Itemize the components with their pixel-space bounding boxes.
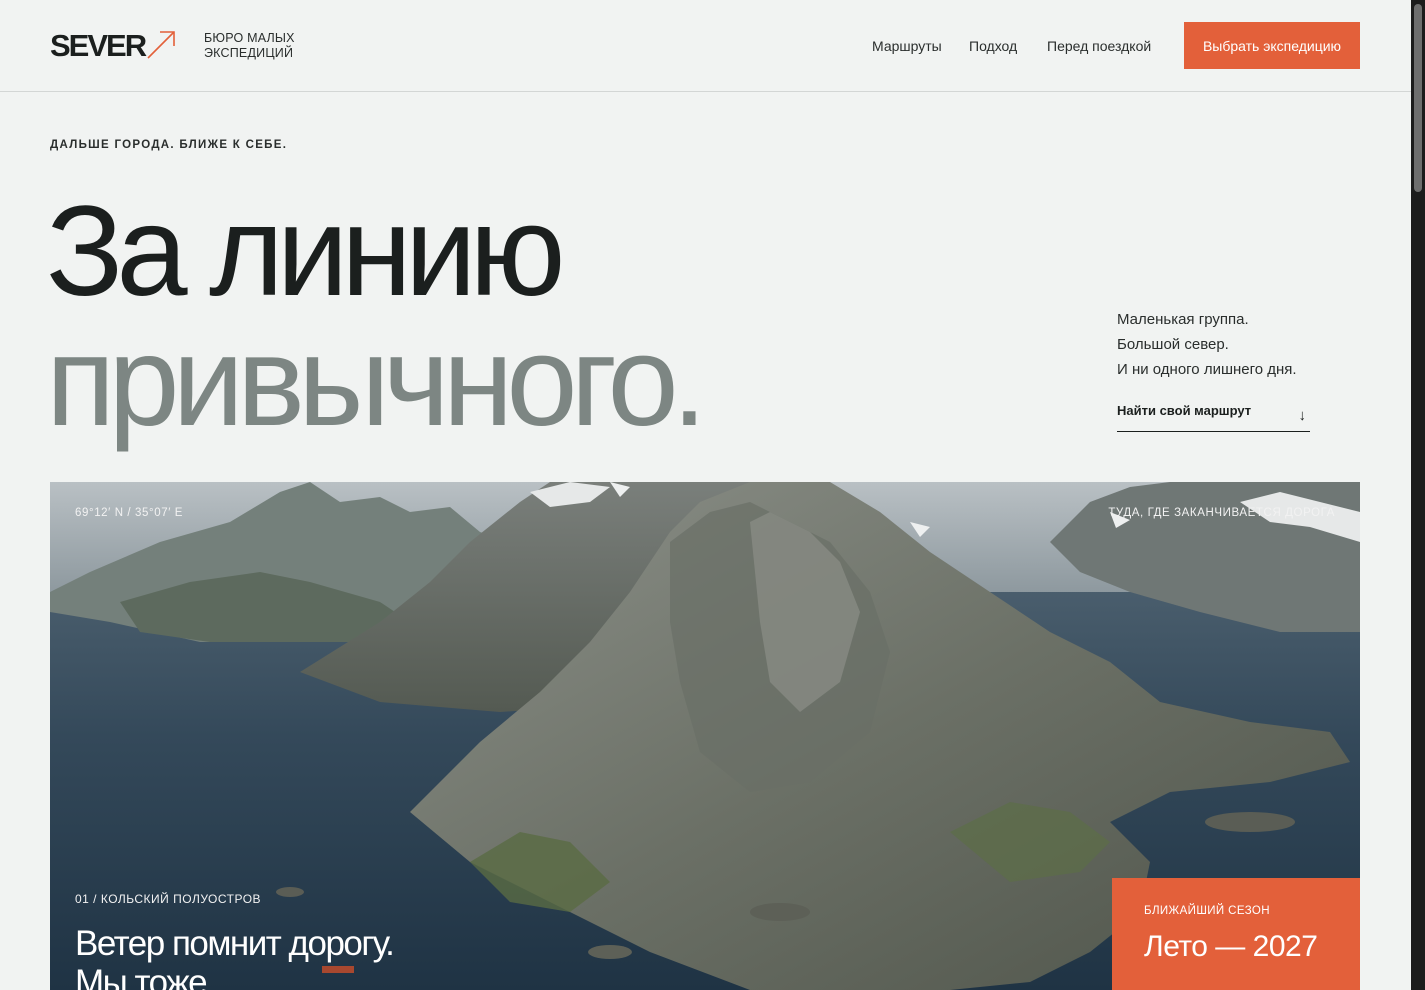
photo-region: 01 / КОЛЬСКИЙ ПОЛУОСТРОВ — [75, 892, 262, 906]
scrollbar-thumb[interactable] — [1414, 4, 1422, 192]
choose-expedition-button[interactable]: Выбрать экспедицию — [1184, 22, 1360, 69]
hero-eyebrow: ДАЛЬШЕ ГОРОДА. БЛИЖЕ К СЕБЕ. — [50, 139, 288, 151]
hero-title-line-2: привычного. — [46, 310, 707, 453]
arrow-down-icon: ↓ — [1298, 407, 1307, 424]
find-route-label: Найти свой маршрут — [1117, 403, 1252, 418]
photo-title-line: Мы тоже. — [75, 963, 216, 990]
next-season-card: БЛИЖАЙШИЙ СЕЗОН Лето — 2027 — [1112, 878, 1360, 990]
nav-link-approach[interactable]: Подход — [969, 38, 1017, 54]
season-value: Лето — 2027 — [1144, 930, 1318, 963]
arrow-up-right-icon — [147, 31, 175, 59]
photo-caption: ТУДА, ГДЕ ЗАКАНЧИВАЕТСЯ ДОРОГА — [1108, 507, 1335, 519]
photo-coordinates: 69°12′ N / 35°07′ E — [75, 507, 184, 519]
season-label: БЛИЖАЙШИЙ СЕЗОН — [1144, 905, 1270, 917]
photo-title-line: Ветер помнит дорогу. — [75, 924, 395, 963]
logo-tagline: БЮРО МАЛЫХ ЭКСПЕДИЦИЙ — [204, 31, 295, 61]
find-route-link[interactable]: Найти свой маршрут ↓ — [1117, 403, 1310, 432]
logo-tagline-line: ЭКСПЕДИЦИЙ — [204, 46, 294, 60]
hero-intro-line: И ни одного лишнего дня. — [1117, 361, 1297, 378]
hero-intro: Маленькая группа. Большой север. И ни од… — [1117, 307, 1297, 382]
site-header: SEVER БЮРО МАЛЫХ ЭКСПЕДИЦИЙ Маршруты Под… — [0, 0, 1411, 92]
scrollbar[interactable] — [1411, 0, 1425, 990]
photo-title: Ветер помнит дорогу. Мы тоже. — [75, 924, 395, 990]
nav-link-before-trip[interactable]: Перед поездкой — [1047, 38, 1151, 54]
hero-title-line-1: За линию — [46, 180, 565, 323]
logo[interactable]: SEVER — [50, 28, 147, 64]
nav-link-routes[interactable]: Маршруты — [872, 38, 942, 54]
logo-tagline-line: БЮРО МАЛЫХ — [204, 31, 295, 45]
hero-intro-line: Маленькая группа. — [1117, 311, 1249, 328]
hero-intro-line: Большой север. — [1117, 336, 1229, 353]
hero-photo: 69°12′ N / 35°07′ E ТУДА, ГДЕ ЗАКАНЧИВАЕ… — [50, 482, 1360, 990]
